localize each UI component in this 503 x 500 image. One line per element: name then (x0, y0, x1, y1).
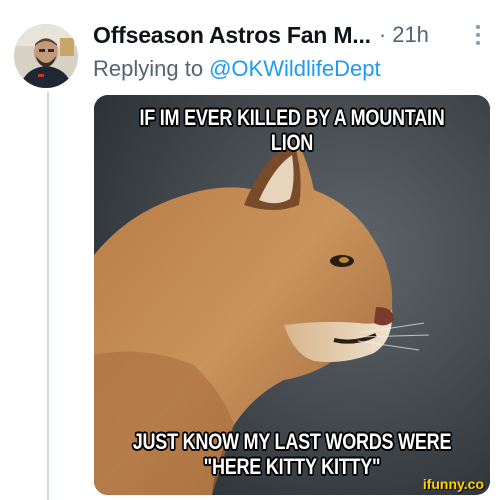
bottom-caption: JUST KNOW MY LAST WORDS WERE "HERE KITTY… (132, 429, 452, 479)
author-name[interactable]: Offseason Astros Fan M... (93, 22, 371, 49)
meme-image[interactable]: IF IM EVER KILLED BY A MOUNTAIN LION JUS… (94, 95, 490, 495)
tweet-header: Offseason Astros Fan M... · 21h (93, 18, 493, 52)
reply-context: Replying to @OKWildlifeDept (93, 53, 381, 85)
reply-label: Replying to (93, 56, 204, 81)
avatar-photo (14, 24, 78, 88)
thread-line (47, 92, 49, 500)
top-caption: IF IM EVER KILLED BY A MOUNTAIN LION (139, 105, 445, 155)
watermark: ifunny.co (422, 476, 484, 492)
timestamp[interactable]: 21h (392, 22, 429, 48)
more-vertical-icon[interactable] (467, 22, 489, 48)
avatar[interactable] (14, 24, 78, 88)
reply-handle-link[interactable]: @OKWildlifeDept (209, 56, 381, 82)
separator-dot: · (378, 22, 387, 47)
